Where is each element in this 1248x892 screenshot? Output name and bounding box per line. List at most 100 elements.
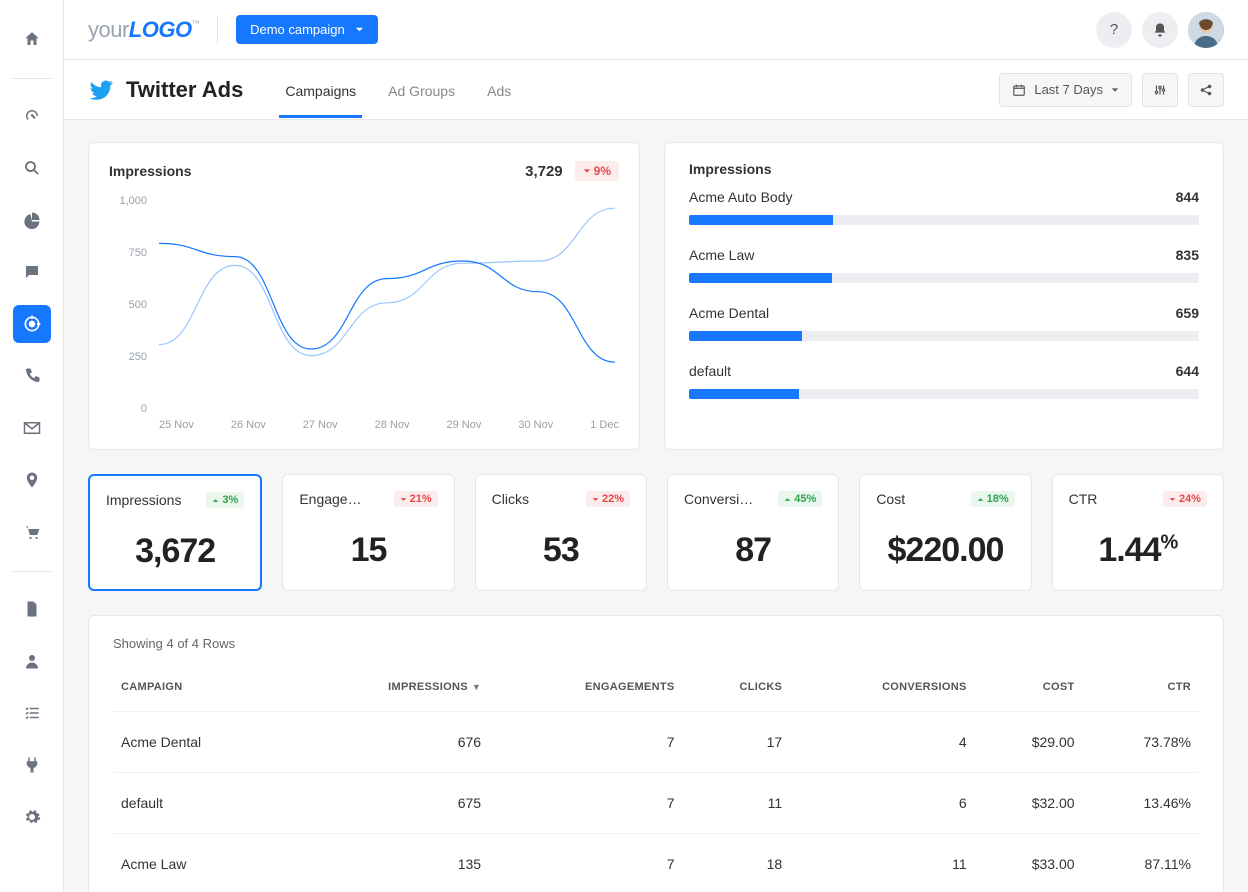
table-header[interactable]: CTR bbox=[1083, 671, 1199, 712]
table-header[interactable]: COST bbox=[975, 671, 1083, 712]
tab-ad-groups[interactable]: Ad Groups bbox=[386, 63, 457, 117]
sidebar-item-files[interactable] bbox=[13, 590, 51, 628]
tile-label: Conversi… bbox=[684, 491, 753, 507]
tile-value: 15 bbox=[299, 531, 437, 570]
impressions-breakdown-card: Impressions Acme Auto Body844Acme Law835… bbox=[664, 142, 1224, 450]
sidebar-item-ecommerce[interactable] bbox=[13, 513, 51, 551]
share-icon bbox=[1199, 83, 1213, 97]
file-icon bbox=[23, 600, 41, 618]
stat-tile[interactable]: Impressions3%3,672 bbox=[88, 474, 262, 591]
brand-main: LOGO bbox=[129, 17, 192, 42]
table-cell: 7 bbox=[489, 773, 682, 834]
target-icon bbox=[22, 314, 42, 334]
campaigns-table-card: Showing 4 of 4 Rows CAMPAIGNIMPRESSIONS▼… bbox=[88, 615, 1224, 892]
tile-value: $220.00 bbox=[876, 531, 1014, 570]
bar-fill bbox=[689, 215, 833, 225]
sidebar-item-chat[interactable] bbox=[13, 253, 51, 291]
bar-row: Acme Law835 bbox=[689, 247, 1199, 283]
campaign-selector-label: Demo campaign bbox=[250, 22, 345, 37]
table-cell: 13.46% bbox=[1083, 773, 1199, 834]
divider bbox=[217, 16, 218, 44]
table-cell: 17 bbox=[682, 712, 790, 773]
sidebar-item-dashboard[interactable] bbox=[13, 97, 51, 135]
search-icon bbox=[23, 159, 41, 177]
phone-icon bbox=[23, 367, 41, 385]
table-row[interactable]: Acme Law13571811$33.0087.11% bbox=[113, 834, 1199, 892]
bar-track bbox=[689, 389, 1199, 399]
table-header-row: CAMPAIGNIMPRESSIONS▼ENGAGEMENTSCLICKSCON… bbox=[113, 671, 1199, 712]
sidebar-item-tasks[interactable] bbox=[13, 694, 51, 732]
brand-prefix: your bbox=[88, 17, 129, 42]
table-header[interactable]: ENGAGEMENTS bbox=[489, 671, 682, 712]
tile-value: 87 bbox=[684, 531, 822, 570]
bar-label: Acme Auto Body bbox=[689, 189, 793, 205]
stat-tile[interactable]: CTR24%1.44% bbox=[1052, 474, 1224, 591]
sidebar-item-location[interactable] bbox=[13, 461, 51, 499]
tab-campaigns[interactable]: Campaigns bbox=[283, 63, 358, 117]
date-range-selector[interactable]: Last 7 Days bbox=[999, 73, 1132, 107]
tile-value: 3,672 bbox=[106, 532, 244, 571]
stat-tile[interactable]: Conversi… 45% 87 bbox=[667, 474, 839, 591]
bar-fill bbox=[689, 331, 802, 341]
ytick: 250 bbox=[129, 351, 147, 363]
table-cell: 6 bbox=[790, 773, 974, 834]
tile-delta: 45% bbox=[778, 491, 822, 507]
sidebar-item-settings[interactable] bbox=[13, 798, 51, 836]
help-button[interactable]: ? bbox=[1096, 12, 1132, 48]
share-button[interactable] bbox=[1188, 73, 1224, 107]
bar-fill bbox=[689, 389, 799, 399]
table-cell: $32.00 bbox=[975, 773, 1083, 834]
brand-logo[interactable]: yourLOGO™ bbox=[88, 17, 199, 43]
table-row[interactable]: Acme Dental6767174$29.0073.78% bbox=[113, 712, 1199, 773]
table-cell: Acme Dental bbox=[113, 712, 289, 773]
bar-row: default644 bbox=[689, 363, 1199, 399]
stat-tile[interactable]: Cost 18% $220.00 bbox=[859, 474, 1031, 591]
question-icon: ? bbox=[1110, 21, 1118, 38]
bell-icon bbox=[1152, 22, 1168, 38]
home-icon bbox=[23, 30, 41, 48]
sidebar-item-search[interactable] bbox=[13, 149, 51, 187]
user-avatar[interactable] bbox=[1188, 12, 1224, 48]
sidebar-item-home[interactable] bbox=[13, 20, 51, 58]
notifications-button[interactable] bbox=[1142, 12, 1178, 48]
stat-tile[interactable]: Engage…21%15 bbox=[282, 474, 454, 591]
sidebar-item-mail[interactable] bbox=[13, 409, 51, 447]
tile-delta: 3% bbox=[206, 492, 244, 508]
table-cell: 18 bbox=[682, 834, 790, 892]
tile-value: 1.44% bbox=[1069, 531, 1207, 570]
gauge-icon bbox=[23, 107, 41, 125]
tile-label: Cost bbox=[876, 491, 905, 507]
table-row[interactable]: default6757116$32.0013.46% bbox=[113, 773, 1199, 834]
caret-up-icon bbox=[212, 497, 219, 504]
bar-value: 659 bbox=[1176, 305, 1199, 321]
sidebar-item-integrations[interactable] bbox=[13, 746, 51, 784]
sidebar-item-reports[interactable] bbox=[13, 201, 51, 239]
twitter-icon bbox=[88, 77, 114, 103]
filter-button[interactable] bbox=[1142, 73, 1178, 107]
y-axis: 1,000 750 500 250 0 bbox=[109, 195, 153, 415]
caret-up-icon bbox=[784, 496, 791, 503]
caret-up-icon bbox=[977, 496, 984, 503]
campaigns-table: CAMPAIGNIMPRESSIONS▼ENGAGEMENTSCLICKSCON… bbox=[113, 671, 1199, 892]
table-header[interactable]: CLICKS bbox=[682, 671, 790, 712]
xtick: 30 Nov bbox=[518, 419, 553, 435]
table-cell: 11 bbox=[682, 773, 790, 834]
table-header[interactable]: IMPRESSIONS▼ bbox=[289, 671, 489, 712]
sidebar-item-user[interactable] bbox=[13, 642, 51, 680]
xtick: 27 Nov bbox=[303, 419, 338, 435]
tile-delta: 24% bbox=[1163, 491, 1207, 507]
table-header[interactable]: CAMPAIGN bbox=[113, 671, 289, 712]
tabs: Campaigns Ad Groups Ads bbox=[283, 60, 513, 119]
topbar: yourLOGO™ Demo campaign ? bbox=[64, 0, 1248, 60]
page-title-group: Twitter Ads bbox=[88, 77, 243, 103]
sidebar-item-calls[interactable] bbox=[13, 357, 51, 395]
sidebar-item-ads[interactable] bbox=[13, 305, 51, 343]
stat-tile[interactable]: Clicks22%53 bbox=[475, 474, 647, 591]
tile-delta: 18% bbox=[971, 491, 1015, 507]
chart-total: 3,729 bbox=[525, 163, 563, 180]
sort-desc-icon: ▼ bbox=[472, 682, 481, 692]
table-header[interactable]: CONVERSIONS bbox=[790, 671, 974, 712]
tab-ads[interactable]: Ads bbox=[485, 63, 513, 117]
plug-icon bbox=[23, 756, 41, 774]
campaign-selector[interactable]: Demo campaign bbox=[236, 15, 378, 44]
